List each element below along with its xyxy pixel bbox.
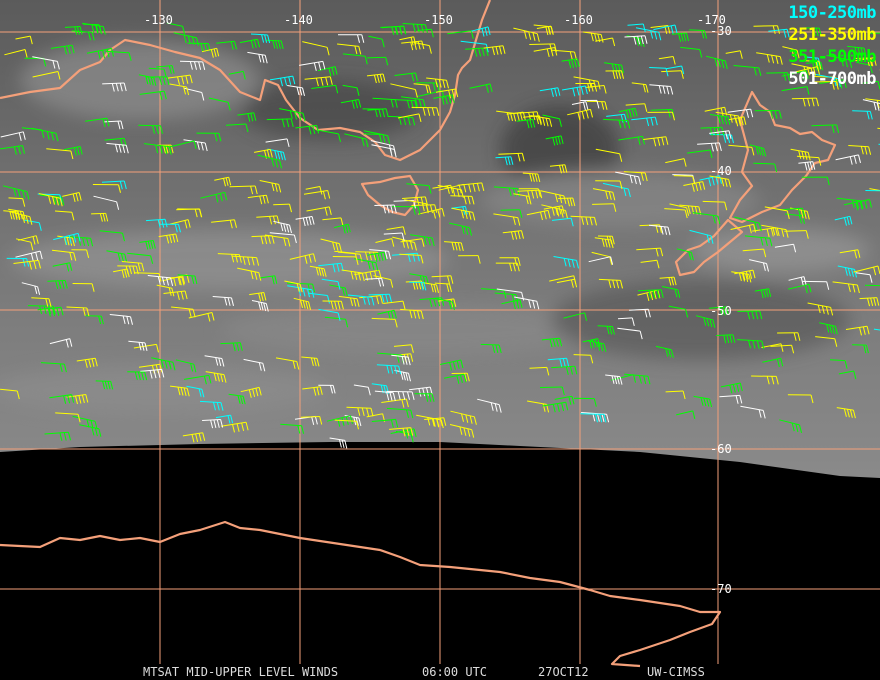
pressure-legend: 150-250mb 251-350mb 351-500mb 501-700mb <box>788 2 876 90</box>
legend-501-700mb: 501-700mb <box>788 69 876 89</box>
product-footer: MTSAT MID-UPPER LEVEL WINDS 06:00 UTC 27… <box>0 665 880 679</box>
lat-label-70: -70 <box>710 582 732 596</box>
footer-source: UW-CIMSS <box>647 665 705 679</box>
wind-map-viewer: 150-250mb 251-350mb 351-500mb 501-700mb … <box>0 0 880 680</box>
lat-label-50: -50 <box>710 304 732 318</box>
antarctica-coastline <box>0 520 722 668</box>
footer-date: 27OCT12 <box>538 665 589 679</box>
lon-label-140: -140 <box>284 13 313 27</box>
lon-label-130: -130 <box>144 13 173 27</box>
lon-label-160: -160 <box>564 13 593 27</box>
lat-label-40: -40 <box>710 164 732 178</box>
footer-product: MTSAT MID-UPPER LEVEL WINDS <box>143 665 339 679</box>
lon-label-150: -150 <box>424 13 453 27</box>
legend-251-350mb: 251-350mb <box>788 25 876 45</box>
lat-label-60: -60 <box>710 442 732 456</box>
satellite-map <box>0 0 880 668</box>
legend-150-250mb: 150-250mb <box>788 3 876 23</box>
legend-351-500mb: 351-500mb <box>788 47 876 67</box>
lat-label-30: -30 <box>710 24 732 38</box>
footer-time: 06:00 UTC <box>422 665 488 679</box>
